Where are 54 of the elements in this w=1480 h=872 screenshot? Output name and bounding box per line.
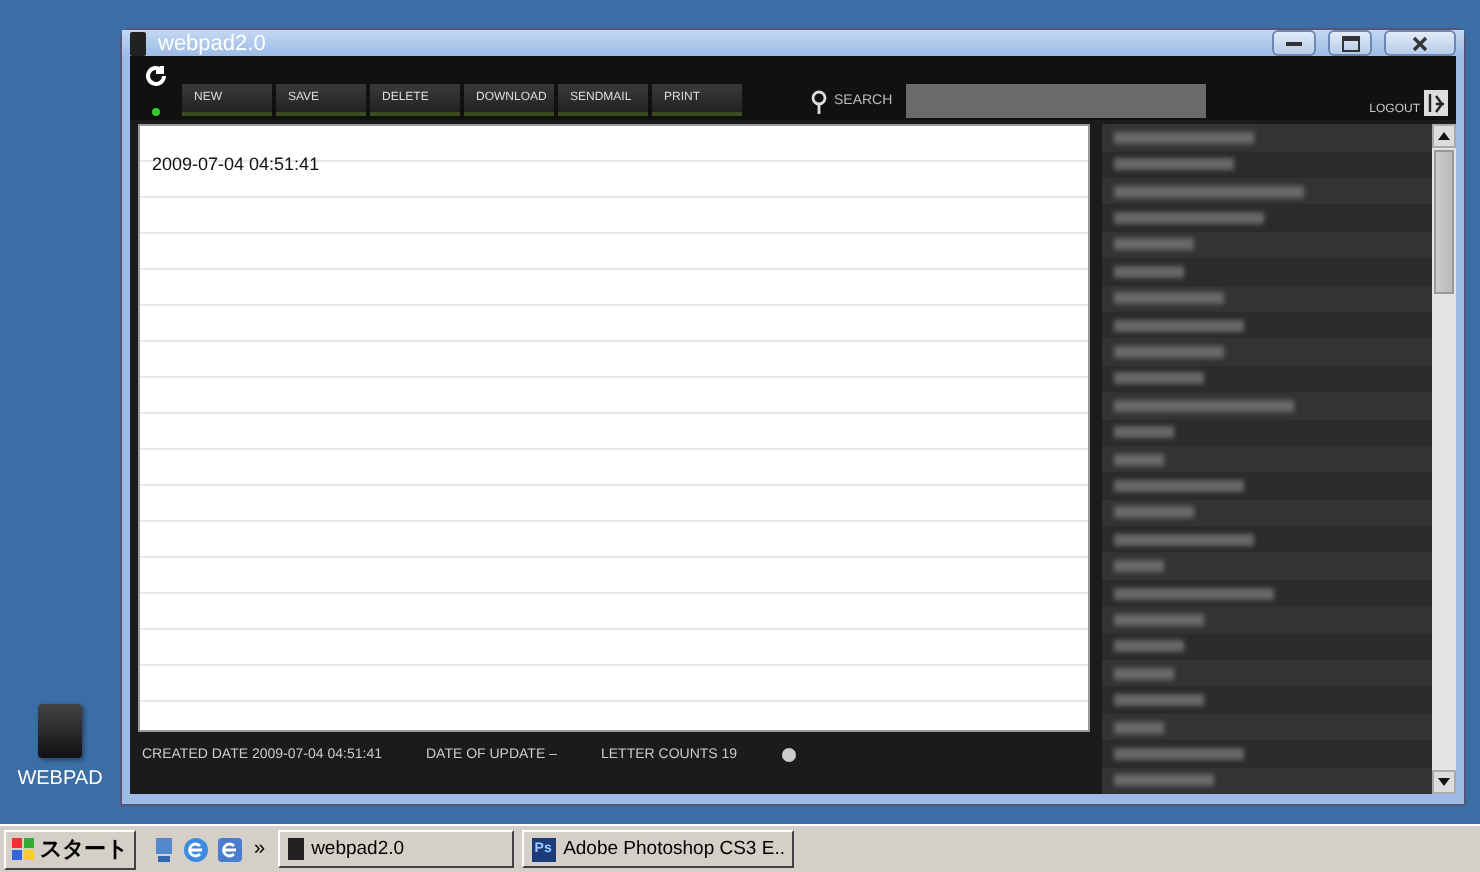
down-arrow-icon[interactable]: [1438, 778, 1450, 786]
blurred-text[interactable]: [1114, 613, 1204, 626]
blurred-text[interactable]: [1114, 506, 1194, 519]
circle-icon[interactable]: [781, 747, 796, 762]
notebook-icon: [287, 838, 304, 860]
blurred-text[interactable]: [1114, 667, 1174, 680]
blurred-text[interactable]: [1114, 426, 1174, 439]
minimize-icon: [1286, 40, 1302, 47]
text-editor[interactable]: 2009-07-04 04:51:41: [138, 124, 1090, 733]
scrollbar[interactable]: [1432, 124, 1456, 794]
globe-e-icon[interactable]: [182, 835, 210, 863]
desktop-computer-icon[interactable]: [152, 835, 176, 863]
blurred-text[interactable]: [1114, 265, 1184, 278]
blurred-text[interactable]: [1114, 319, 1244, 332]
more-chevron[interactable]: »: [254, 838, 266, 860]
blurred-text[interactable]: [1114, 480, 1244, 492]
blurred-text[interactable]: [1114, 158, 1234, 171]
windows-flag-icon: [12, 837, 36, 861]
globe-e-icon[interactable]: [216, 835, 244, 863]
blurred-text[interactable]: [1114, 292, 1224, 305]
maximize-icon: [1341, 35, 1359, 52]
desktop-icon-label[interactable]: WEBPAD: [17, 768, 103, 790]
window-title: webpad2.0: [158, 31, 268, 56]
blurred-text[interactable]: [1114, 587, 1274, 600]
blurred-text[interactable]: [1114, 372, 1204, 385]
blurred-text[interactable]: [1114, 640, 1184, 653]
blurred-text[interactable]: [1114, 399, 1294, 412]
blurred-text[interactable]: [1114, 533, 1254, 546]
blurred-text[interactable]: [1114, 131, 1254, 144]
blurred-text[interactable]: [1114, 774, 1214, 787]
maximize-button[interactable]: [1328, 30, 1372, 57]
scrollbar-thumb[interactable]: [1434, 150, 1454, 295]
refresh-icon[interactable]: [144, 64, 168, 89]
blurred-text[interactable]: [1114, 238, 1194, 251]
up-arrow-icon[interactable]: [1438, 132, 1450, 141]
blurred-text[interactable]: [1114, 212, 1264, 225]
taskbar-button[interactable]: webpad2.0: [277, 830, 514, 868]
start-button[interactable]: スタート: [4, 829, 136, 869]
close-icon: [1412, 35, 1428, 52]
blurred-text[interactable]: [1114, 747, 1244, 760]
blurred-text[interactable]: [1114, 560, 1164, 573]
blurred-text[interactable]: [1114, 453, 1164, 466]
blurred-text[interactable]: [1114, 721, 1164, 734]
close-button[interactable]: [1384, 30, 1456, 57]
status-light-icon: [152, 108, 160, 117]
search-icon: [810, 89, 828, 114]
blurred-text[interactable]: [1114, 694, 1204, 707]
blurred-text[interactable]: [1114, 185, 1304, 198]
search-field[interactable]: [906, 84, 1207, 119]
notebook-icon: [130, 31, 146, 56]
notebook-icon[interactable]: [38, 704, 82, 758]
exit-door-icon[interactable]: [1424, 90, 1448, 117]
blurred-text[interactable]: [1114, 346, 1224, 359]
minimize-button[interactable]: [1272, 30, 1316, 57]
